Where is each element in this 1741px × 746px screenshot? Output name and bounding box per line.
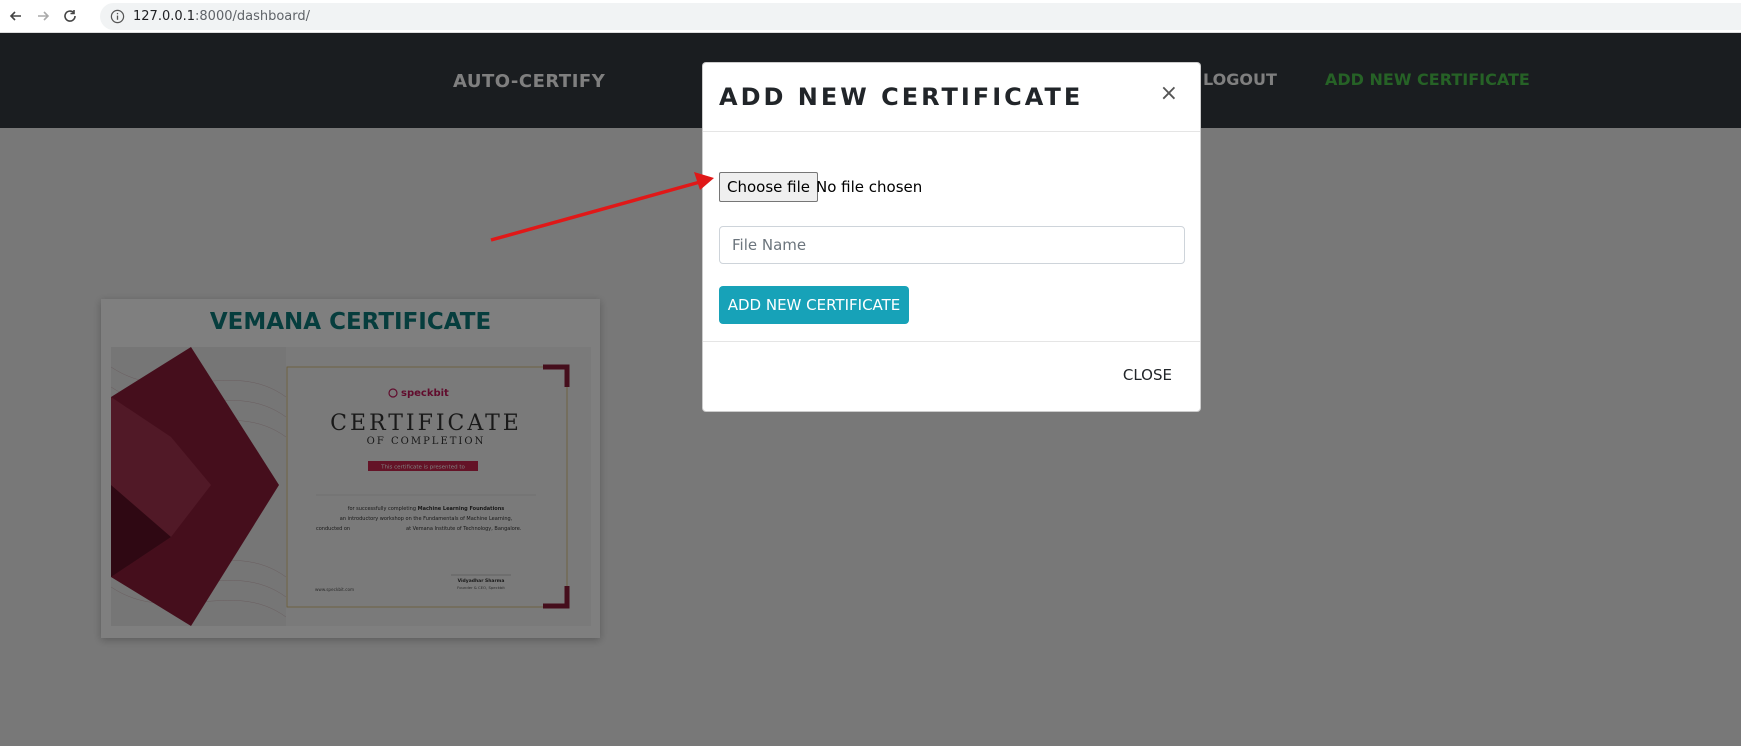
reload-icon[interactable] [59,5,81,27]
modal-body: Choose file No file chosen ADD NEW CERTI… [703,132,1200,342]
modal-title: ADD NEW CERTIFICATE [719,83,1084,111]
file-name-input[interactable] [719,226,1185,264]
forward-icon[interactable] [32,5,54,27]
url-path: :8000/dashboard/ [195,9,311,24]
add-certificate-modal: ADD NEW CERTIFICATE × Choose file No fil… [702,62,1201,412]
browser-toolbar: 127.0.0.1:8000/dashboard/ [0,0,1741,33]
modal-footer: CLOSE [703,342,1200,412]
back-icon[interactable] [5,5,27,27]
close-icon[interactable]: × [1160,81,1178,106]
info-icon[interactable] [110,9,125,24]
modal-header: ADD NEW CERTIFICATE × [703,63,1200,132]
address-bar[interactable]: 127.0.0.1:8000/dashboard/ [100,3,1741,30]
add-certificate-button[interactable]: ADD NEW CERTIFICATE [719,286,909,324]
url-host: 127.0.0.1 [133,9,196,24]
close-button[interactable]: CLOSE [1123,366,1172,384]
choose-file-button[interactable]: Choose file [719,172,818,202]
file-status-label: No file chosen [816,178,923,196]
